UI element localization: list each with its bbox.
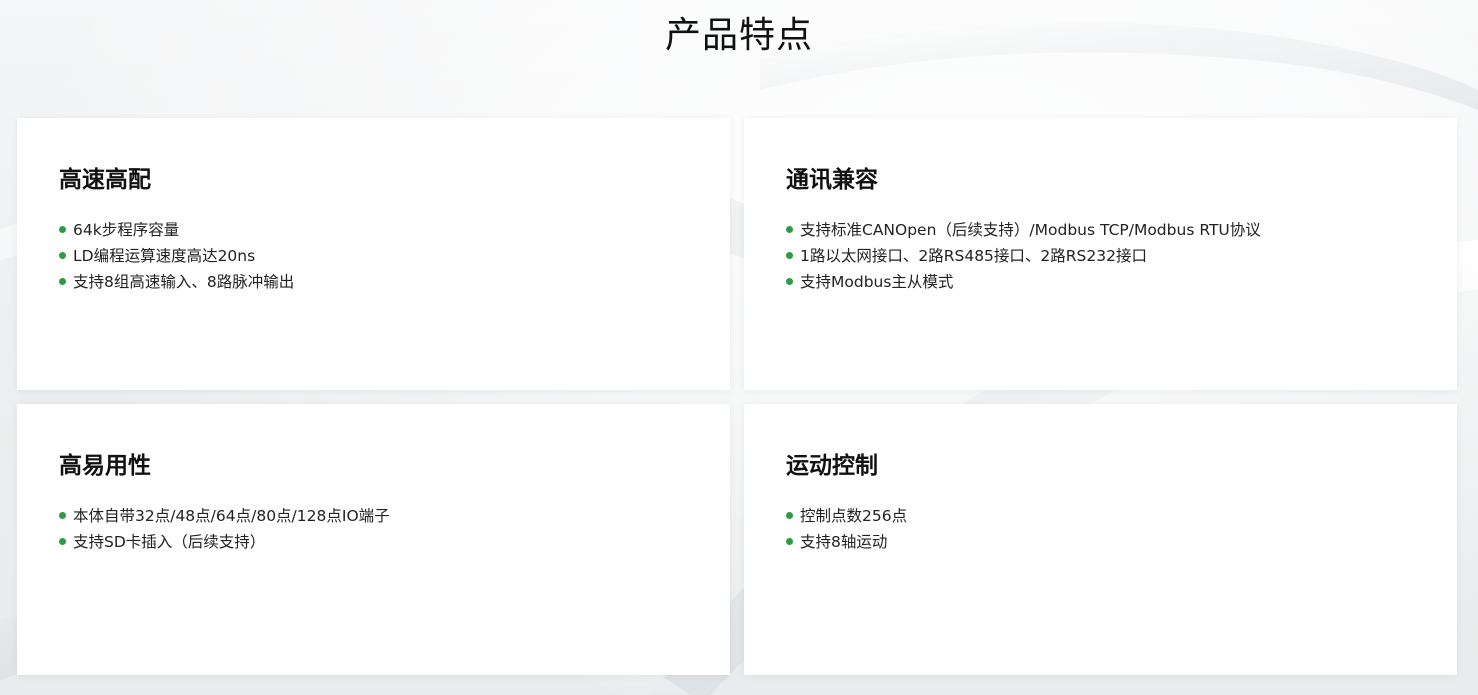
feature-item: 64k步程序容量 (59, 216, 688, 242)
feature-item: 支持8轴运动 (786, 528, 1415, 554)
card-title: 高易用性 (59, 453, 151, 479)
feature-text: LD编程运算速度高达20ns (73, 247, 256, 265)
feature-text: 支持标准CANOpen（后续支持）/Modbus TCP/Modbus RTU协… (800, 221, 1261, 239)
feature-item: 本体自带32点/48点/64点/80点/128点IO端子 (59, 502, 688, 528)
feature-item: LD编程运算速度高达20ns (59, 242, 688, 268)
bullet-icon (786, 537, 793, 545)
feature-list: 支持标准CANOpen（后续支持）/Modbus TCP/Modbus RTU协… (786, 216, 1415, 294)
feature-list: 本体自带32点/48点/64点/80点/128点IO端子 支持SD卡插入（后续支… (59, 502, 688, 554)
card-title: 高速高配 (59, 167, 151, 193)
bullet-icon (786, 277, 793, 285)
feature-cards-grid: 高速高配 64k步程序容量 LD编程运算速度高达20ns 支持8组高速输入、8路… (17, 118, 1457, 675)
feature-text: 支持SD卡插入（后续支持） (73, 533, 266, 551)
feature-card-motion-control: 运动控制 控制点数256点 支持8轴运动 (744, 404, 1457, 675)
feature-item: 控制点数256点 (786, 502, 1415, 528)
feature-item: 1路以太网接口、2路RS485接口、2路RS232接口 (786, 242, 1415, 268)
feature-text: 支持Modbus主从模式 (800, 273, 954, 291)
bullet-icon (59, 277, 66, 285)
feature-text: 本体自带32点/48点/64点/80点/128点IO端子 (73, 507, 390, 525)
bullet-icon (786, 251, 793, 259)
bullet-icon (786, 511, 793, 519)
feature-text: 支持8轴运动 (800, 533, 888, 551)
feature-text: 1路以太网接口、2路RS485接口、2路RS232接口 (800, 247, 1147, 265)
bullet-icon (59, 251, 66, 259)
feature-text: 支持8组高速输入、8路脉冲输出 (73, 273, 295, 291)
feature-card-communication: 通讯兼容 支持标准CANOpen（后续支持）/Modbus TCP/Modbus… (744, 118, 1457, 390)
bullet-icon (59, 225, 66, 233)
feature-list: 控制点数256点 支持8轴运动 (786, 502, 1415, 554)
page-title: 产品特点 (664, 15, 813, 56)
feature-item: 支持SD卡插入（后续支持） (59, 528, 688, 554)
feature-text: 64k步程序容量 (73, 221, 180, 239)
feature-item: 支持Modbus主从模式 (786, 268, 1415, 294)
feature-text: 控制点数256点 (800, 507, 908, 525)
bullet-icon (59, 511, 66, 519)
feature-list: 64k步程序容量 LD编程运算速度高达20ns 支持8组高速输入、8路脉冲输出 (59, 216, 688, 294)
card-title: 运动控制 (786, 453, 878, 479)
feature-card-usability: 高易用性 本体自带32点/48点/64点/80点/128点IO端子 支持SD卡插… (17, 404, 730, 675)
feature-item: 支持8组高速输入、8路脉冲输出 (59, 268, 688, 294)
bullet-icon (59, 537, 66, 545)
bullet-icon (786, 225, 793, 233)
feature-card-high-speed: 高速高配 64k步程序容量 LD编程运算速度高达20ns 支持8组高速输入、8路… (17, 118, 730, 390)
feature-item: 支持标准CANOpen（后续支持）/Modbus TCP/Modbus RTU协… (786, 216, 1415, 242)
card-title: 通讯兼容 (786, 167, 878, 193)
